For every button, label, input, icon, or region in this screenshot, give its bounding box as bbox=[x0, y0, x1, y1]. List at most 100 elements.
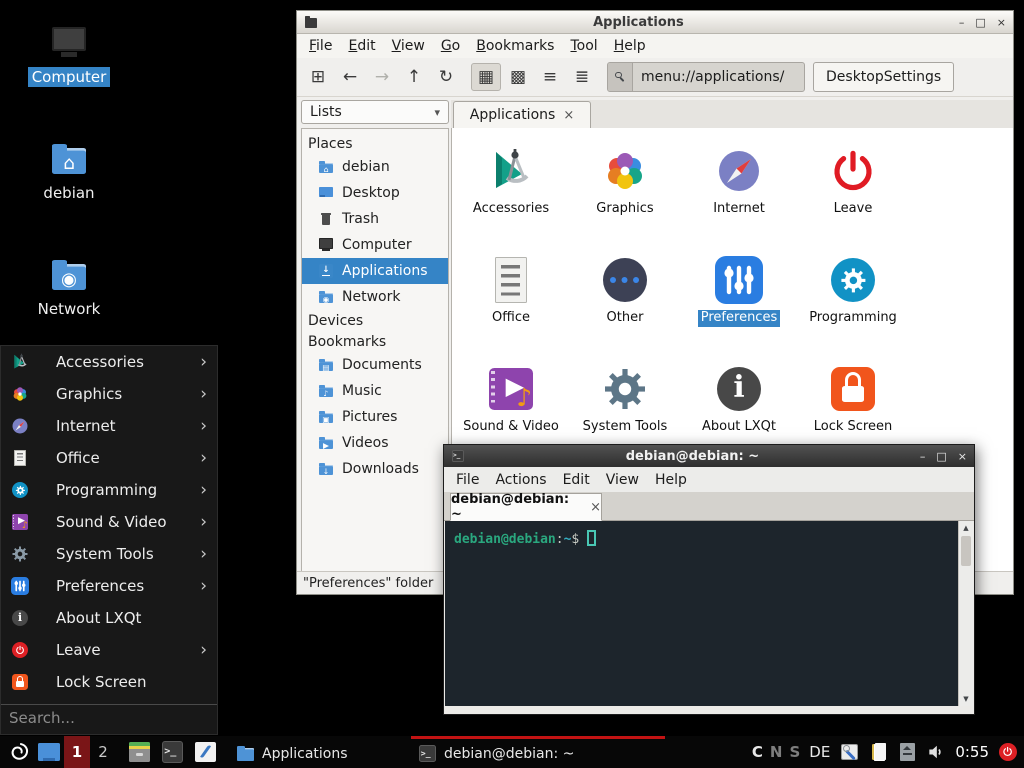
terminal-menu-view[interactable]: View bbox=[598, 472, 647, 488]
app-category-other[interactable]: Other bbox=[568, 249, 682, 358]
menu-bookmarks[interactable]: Bookmarks bbox=[468, 38, 562, 54]
show-desktop-button[interactable] bbox=[34, 736, 64, 768]
menu-view[interactable]: View bbox=[384, 38, 433, 54]
reload-button[interactable]: ↻ bbox=[431, 63, 461, 91]
up-button[interactable]: ↑ bbox=[399, 63, 429, 91]
menu-file[interactable]: File bbox=[301, 38, 340, 54]
menu-item-programming[interactable]: Programming› bbox=[1, 474, 217, 506]
desktop-icon-network[interactable]: ◉Network bbox=[19, 256, 119, 319]
sidebar-item-debian[interactable]: ⌂debian bbox=[302, 154, 448, 180]
terminal-menu-edit[interactable]: Edit bbox=[555, 472, 598, 488]
app-category-preferences[interactable]: Preferences bbox=[682, 249, 796, 358]
back-button[interactable]: ← bbox=[335, 63, 365, 91]
menu-item-preferences[interactable]: Preferences› bbox=[1, 570, 217, 602]
app-category-office[interactable]: Office bbox=[454, 249, 568, 358]
accessories-icon bbox=[11, 353, 29, 371]
sidebar-item-desktop[interactable]: Desktop bbox=[302, 180, 448, 206]
icon-view-button[interactable]: ▦ bbox=[471, 63, 501, 91]
menu-item-leave[interactable]: Leave› bbox=[1, 634, 217, 666]
system-tray: CNSDE0:55 bbox=[752, 736, 1020, 768]
terminal-screen[interactable]: debian@debian:~$ ▲ ▼ bbox=[445, 521, 973, 706]
menu-item-about-lxqt[interactable]: iAbout LXQt bbox=[1, 602, 217, 634]
close-button[interactable]: × bbox=[997, 17, 1006, 28]
menu-go[interactable]: Go bbox=[433, 38, 468, 54]
terminal-menu-help[interactable]: Help bbox=[647, 472, 695, 488]
menu-item-office[interactable]: Office› bbox=[1, 442, 217, 474]
terminal-tab[interactable]: debian@debian: ~ × bbox=[450, 493, 602, 521]
power-button[interactable] bbox=[998, 736, 1018, 768]
forward-button[interactable]: → bbox=[367, 63, 397, 91]
detailed-view-button[interactable]: ≣ bbox=[567, 63, 597, 91]
address-path[interactable]: menu://applications/ bbox=[633, 69, 804, 85]
sidebar-item-applications[interactable]: ↓Applications bbox=[302, 258, 448, 284]
menu-help[interactable]: Help bbox=[606, 38, 654, 54]
app-category-graphics[interactable]: Graphics bbox=[568, 140, 682, 249]
terminal-scrollbar[interactable]: ▲ ▼ bbox=[958, 521, 973, 706]
tab-close-icon[interactable]: × bbox=[563, 108, 574, 123]
menu-edit[interactable]: Edit bbox=[340, 38, 383, 54]
compact-view-button[interactable]: ≡ bbox=[535, 63, 565, 91]
launcher-featherpad[interactable] bbox=[194, 736, 217, 768]
address-bar[interactable]: menu://applications/ bbox=[607, 62, 805, 92]
sidebar-mode-combo[interactable]: Lists ▾ bbox=[301, 100, 449, 124]
tab-close-icon[interactable]: × bbox=[590, 500, 601, 515]
thumbnail-view-button[interactable]: ▩ bbox=[503, 63, 533, 91]
sidebar-item-documents[interactable]: ▤Documents bbox=[302, 352, 448, 378]
sidebar-item-downloads[interactable]: ↓Downloads bbox=[302, 456, 448, 482]
task-button-1[interactable]: Applications bbox=[229, 736, 393, 768]
sidebar-item-computer[interactable]: Computer bbox=[302, 232, 448, 258]
minimize-button[interactable]: – bbox=[959, 17, 965, 28]
menu-search-input[interactable]: Search... bbox=[1, 705, 217, 731]
desktop-settings-button[interactable]: DesktopSettings bbox=[813, 62, 954, 92]
scroll-down-icon[interactable]: ▼ bbox=[959, 692, 973, 706]
app-category-programming[interactable]: Programming bbox=[796, 249, 910, 358]
tray-screenshot[interactable] bbox=[839, 736, 859, 768]
search-icon[interactable] bbox=[608, 63, 633, 91]
sidebar-item-videos[interactable]: ▶Videos bbox=[302, 430, 448, 456]
sidebar-item-trash[interactable]: Trash bbox=[302, 206, 448, 232]
scrollbar-thumb[interactable] bbox=[961, 536, 971, 566]
launcher-terminal[interactable]: >_ bbox=[161, 736, 184, 768]
folder-network-icon: ◉ bbox=[50, 256, 88, 294]
workspace-1[interactable]: 1 bbox=[64, 736, 90, 768]
launcher-fm-launcher[interactable] bbox=[128, 736, 151, 768]
sidebar-item-label: Downloads bbox=[342, 461, 419, 477]
menu-item-sound-video[interactable]: ▶♪Sound & Video› bbox=[1, 506, 217, 538]
fm-titlebar[interactable]: Applications – □ × bbox=[297, 11, 1013, 34]
close-button[interactable]: × bbox=[958, 451, 967, 462]
menu-tool[interactable]: Tool bbox=[562, 38, 605, 54]
tray-clipboard[interactable] bbox=[868, 736, 888, 768]
menu-item-accessories[interactable]: Accessories› bbox=[1, 346, 217, 378]
tab-applications[interactable]: Applications × bbox=[453, 101, 591, 128]
keyboard-layout[interactable]: DE bbox=[809, 743, 830, 761]
maximize-button[interactable]: □ bbox=[936, 451, 946, 462]
minimize-button[interactable]: – bbox=[920, 451, 926, 462]
workspace-2[interactable]: 2 bbox=[90, 736, 116, 768]
menu-item-internet[interactable]: Internet› bbox=[1, 410, 217, 442]
task-button-2[interactable]: >_debian@debian: ~ bbox=[411, 736, 665, 768]
terminal-titlebar[interactable]: >_ debian@debian: ~ – □ × bbox=[444, 445, 974, 467]
desktop-icon-computer[interactable]: Computer bbox=[19, 24, 119, 87]
tray-eject[interactable] bbox=[897, 736, 917, 768]
menu-item-graphics[interactable]: Graphics› bbox=[1, 378, 217, 410]
tray-volume[interactable] bbox=[926, 736, 946, 768]
main-menu-button[interactable] bbox=[4, 736, 34, 768]
clock[interactable]: 0:55 bbox=[955, 743, 989, 761]
app-category-internet[interactable]: Internet bbox=[682, 140, 796, 249]
new-tab-button[interactable]: ⊞ bbox=[303, 63, 333, 91]
sidebar-item-pictures[interactable]: ▣Pictures bbox=[302, 404, 448, 430]
status-text: "Preferences" folder bbox=[303, 576, 433, 591]
maximize-button[interactable]: □ bbox=[975, 17, 985, 28]
sidebar-item-network[interactable]: ◉Network bbox=[302, 284, 448, 310]
submenu-arrow-icon: › bbox=[200, 512, 207, 532]
desktop-icon-debian[interactable]: ⌂debian bbox=[19, 140, 119, 203]
menu-item-lock-screen[interactable]: Lock Screen bbox=[1, 666, 217, 698]
terminal-menu-file[interactable]: File bbox=[448, 472, 487, 488]
terminal-menu-actions[interactable]: Actions bbox=[487, 472, 554, 488]
menu-item-system-tools[interactable]: System Tools› bbox=[1, 538, 217, 570]
app-category-leave[interactable]: Leave bbox=[796, 140, 910, 249]
sidebar-item-music[interactable]: ♪Music bbox=[302, 378, 448, 404]
app-category-accessories[interactable]: Accessories bbox=[454, 140, 568, 249]
fm-window-controls: – □ × bbox=[959, 17, 1006, 28]
scroll-up-icon[interactable]: ▲ bbox=[959, 521, 973, 535]
